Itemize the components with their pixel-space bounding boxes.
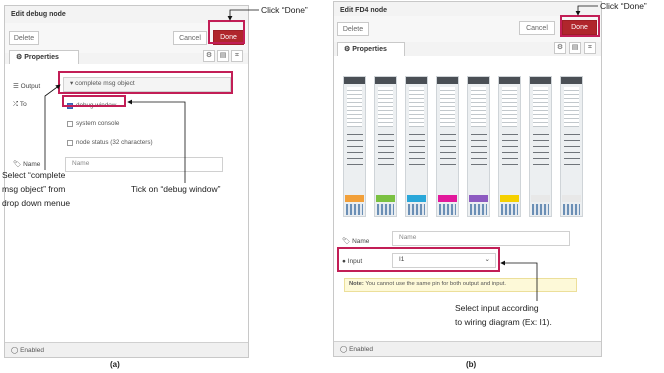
cancel-button[interactable]: Cancel [519, 21, 555, 35]
done-highlight [208, 20, 245, 44]
select-msg-annotation-line-3: drop down menue [2, 198, 71, 208]
appearance-icon[interactable]: ⌗ [231, 50, 243, 62]
name-input[interactable]: Name [65, 157, 223, 172]
node-status-checkbox[interactable] [67, 140, 73, 146]
system-console-checkbox[interactable] [67, 121, 73, 127]
appearance-icon[interactable]: ⌗ [584, 42, 596, 54]
gear-icon: ⚙ [344, 46, 351, 53]
output-highlight [58, 71, 233, 94]
node-status-label: node status (32 characters) [76, 139, 153, 146]
enabled-toggle[interactable]: ◯ Enabled [11, 346, 44, 354]
settings-icon[interactable]: ⚙ [203, 50, 215, 62]
input-highlight [337, 247, 500, 272]
delete-button[interactable]: Delete [337, 22, 369, 36]
cancel-button[interactable]: Cancel [173, 31, 207, 45]
debug-window-highlight [62, 95, 126, 107]
panel-footer: ◯ Enabled [334, 341, 601, 356]
caption-a: (a) [110, 360, 120, 369]
select-input-annotation-line-1: Select input according [455, 303, 539, 313]
enabled-toggle[interactable]: ◯ Enabled [340, 345, 373, 353]
tab-properties[interactable]: ⚙ Properties [337, 42, 405, 56]
settings-icon[interactable]: ⚙ [554, 42, 566, 54]
panel-title: Edit debug node [11, 11, 66, 18]
description-icon[interactable]: ▤ [569, 42, 581, 54]
select-msg-annotation-line-2: msg object” from [2, 184, 66, 194]
name-label: 🏷 Name [13, 161, 41, 168]
properties-content: 🏷 Name Name ● Input I1 ⌄ Note: You cannot… [334, 56, 601, 342]
name-label: 🏷 Name [342, 238, 370, 245]
panel-title: Edit FD4 node [340, 7, 388, 14]
select-input-annotation-line-2: to wiring diagram (Ex: I1). [455, 317, 552, 327]
click-done-annotation: Click “Done” [261, 5, 308, 15]
click-done-annotation: Click “Done” [600, 1, 647, 11]
system-console-label: system console [76, 120, 120, 127]
to-label: ⤮ To [13, 101, 27, 108]
pin-note: Note: You cannot use the same pin for bo… [344, 278, 577, 292]
tab-properties[interactable]: ⚙ Properties [9, 50, 79, 64]
panel-footer: ◯ Enabled [5, 342, 248, 357]
tick-debug-annotation: Tick on “debug window” [131, 184, 221, 194]
description-icon[interactable]: ▤ [217, 50, 229, 62]
fd4-module-image [343, 76, 593, 219]
caption-b: (b) [466, 360, 477, 369]
output-label: ☰ Output [13, 83, 41, 90]
select-msg-annotation-line-1: Select “complete [2, 170, 66, 180]
delete-button[interactable]: Delete [9, 31, 39, 45]
gear-icon: ⚙ [16, 54, 23, 61]
done-highlight [560, 15, 600, 37]
name-input[interactable]: Name [392, 231, 570, 246]
debug-node-panel: Edit debug node Delete Cancel Done ⚙ Pro… [4, 5, 249, 358]
